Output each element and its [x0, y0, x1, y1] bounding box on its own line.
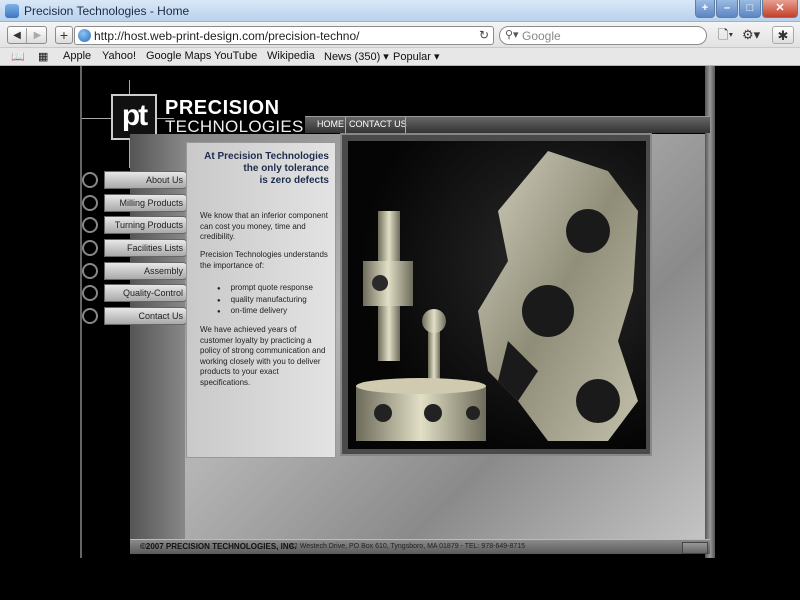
bookmark-google-maps[interactable]: Google Maps — [146, 50, 211, 62]
bookmark-apple[interactable]: Apple — [63, 50, 91, 62]
machined-parts-illustration — [356, 151, 638, 441]
benefits-list: prompt quote response quality manufactur… — [217, 283, 313, 318]
intro-text-panel: At Precision Technologies the only toler… — [186, 142, 336, 458]
right-rail — [705, 66, 715, 558]
headline-line3: is zero defects — [259, 175, 329, 186]
nav-separator — [345, 117, 346, 134]
list-item: quality manufacturing — [217, 295, 313, 307]
globe-icon — [78, 29, 91, 42]
forward-button[interactable]: ▶ — [28, 28, 47, 43]
sidenav-label[interactable]: Turning Products — [115, 220, 183, 230]
nav-knob-icon — [82, 217, 98, 233]
bug-icon[interactable]: ✱ — [772, 26, 794, 44]
list-item: prompt quote response — [217, 283, 313, 295]
footer-copyright: ©2007 PRECISION TECHNOLOGIES, INC. — [140, 542, 297, 551]
maximize-button[interactable]: □ — [739, 0, 761, 18]
sidenav-about-us[interactable]: About Us — [82, 171, 188, 189]
top-nav: HOME CONTACT US — [305, 116, 710, 134]
nav-contact-link[interactable]: CONTACT US — [349, 119, 407, 129]
search-placeholder[interactable]: Google — [522, 29, 561, 43]
sidenav-label[interactable]: Quality-Control — [123, 288, 183, 298]
footer-bar: ©2007 PRECISION TECHNOLOGIES, INC. 42 We… — [130, 539, 710, 554]
sidenav-button[interactable]: Contact Us — [104, 307, 188, 325]
sidenav-label[interactable]: About Us — [146, 175, 183, 185]
window-title: Precision Technologies - Home — [24, 4, 190, 18]
nav-knob-icon — [82, 195, 98, 211]
bookmark-youtube[interactable]: YouTube — [214, 50, 257, 62]
back-button[interactable]: ◀ — [8, 28, 27, 43]
sidenav-turning-products[interactable]: Turning Products — [82, 216, 188, 234]
list-item: on-time delivery — [217, 306, 313, 318]
address-bar[interactable]: http://host.web-print-design.com/precisi… — [74, 26, 494, 45]
favicon-icon — [5, 4, 19, 18]
sidenav-button[interactable]: Milling Products — [104, 194, 188, 212]
gear-icon[interactable]: ⚙▾ — [742, 26, 760, 44]
page-menu-icon[interactable]: 🗋▾ — [718, 26, 733, 44]
close-button[interactable]: ✕ — [762, 0, 798, 18]
sidenav-assembly[interactable]: Assembly — [82, 262, 188, 280]
headline-line2: the only tolerance — [243, 163, 329, 174]
search-field[interactable]: ⚲▾ Google — [499, 26, 707, 45]
sidenav-quality-control[interactable]: Quality-Control — [82, 284, 188, 302]
footer-scroll-handle[interactable] — [682, 542, 708, 554]
browser-toolbar: ◀ ▶ + http://host.web-print-design.com/p… — [0, 22, 800, 48]
sidenav-button[interactable]: About Us — [104, 171, 188, 189]
nav-knob-icon — [82, 240, 98, 256]
nav-knob-icon — [82, 263, 98, 279]
browser-titlebar: Precision Technologies - Home + – □ ✕ — [0, 0, 800, 22]
search-icon: ⚲▾ — [505, 29, 519, 41]
grid-icon[interactable]: ▦ — [38, 50, 48, 63]
machined-parts-photo — [348, 141, 646, 449]
bookmark-yahoo[interactable]: Yahoo! — [102, 50, 136, 62]
sidenav-button[interactable]: Quality-Control — [104, 284, 188, 302]
bookmark-wikipedia[interactable]: Wikipedia — [267, 50, 315, 62]
reload-icon[interactable]: ↻ — [479, 28, 489, 42]
history-buttons: ◀ ▶ — [7, 26, 47, 44]
sidenav-label[interactable]: Facilities Lists — [127, 243, 183, 253]
sidenav-label[interactable]: Milling Products — [119, 198, 183, 208]
intro-paragraph: We know that an inferior component can c… — [200, 211, 328, 241]
open-book-icon[interactable]: 📖 — [11, 50, 25, 63]
sidenav-button[interactable]: Facilities Lists — [104, 239, 188, 257]
nav-home-link[interactable]: HOME — [317, 119, 344, 129]
sidenav-label[interactable]: Contact Us — [138, 311, 183, 321]
nav-knob-icon — [82, 308, 98, 324]
footer-address: 42 Westech Drive, PO Box 610, Tyngsboro,… — [290, 543, 526, 550]
nav-separator — [405, 117, 406, 134]
minimize-button[interactable]: – — [716, 0, 738, 18]
nav-knob-icon — [82, 172, 98, 188]
url-text[interactable]: http://host.web-print-design.com/precisi… — [94, 29, 359, 43]
importance-paragraph: Precision Technologies understands the i… — [200, 250, 328, 270]
sidenav-contact-us[interactable]: Contact Us — [82, 307, 188, 325]
sidenav-label[interactable]: Assembly — [144, 266, 183, 276]
sidenav-facilities-lists[interactable]: Facilities Lists — [82, 239, 188, 257]
loyalty-paragraph: We have achieved years of customer loyal… — [200, 325, 326, 387]
nav-knob-icon — [82, 285, 98, 301]
sidenav-button[interactable]: Assembly — [104, 262, 188, 280]
bookmark-popular[interactable]: Popular ▾ — [393, 50, 440, 63]
sidenav-milling-products[interactable]: Milling Products — [82, 194, 188, 212]
bookmark-news[interactable]: News (350) ▾ — [324, 50, 389, 63]
bookmarks-bar: 📖 ▦ Apple Yahoo! Google Maps YouTube Wik… — [0, 48, 800, 66]
add-bookmark-button[interactable]: + — [55, 26, 73, 44]
new-tab-button[interactable]: + — [695, 0, 715, 18]
headline: At Precision Technologies the only toler… — [189, 151, 329, 187]
headline-line1: At Precision Technologies — [204, 151, 329, 162]
sidenav-button[interactable]: Turning Products — [104, 216, 188, 234]
